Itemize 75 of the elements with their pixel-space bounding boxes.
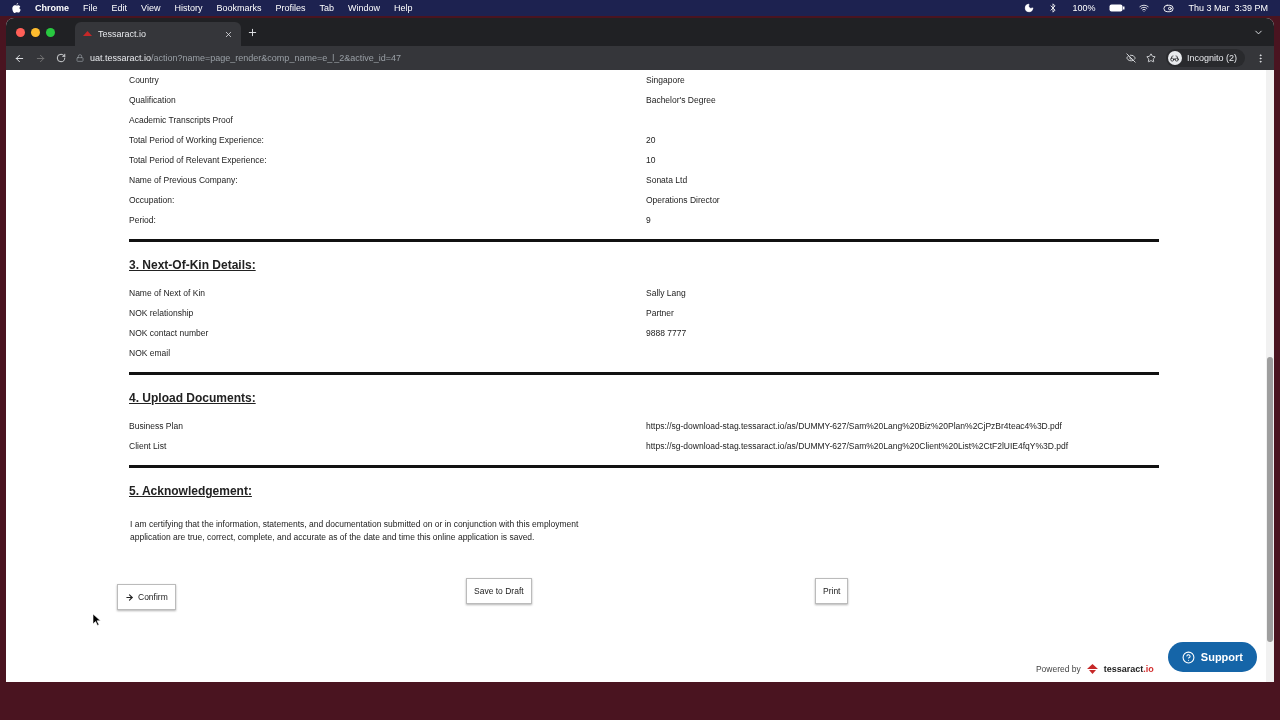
tracking-icon[interactable] [1125,53,1136,63]
zoom-window-icon[interactable] [46,27,55,37]
apple-icon [12,3,21,13]
forward-icon[interactable] [35,52,46,64]
battery-percent: 100% [1072,3,1096,13]
menu-item[interactable]: Edit [111,3,128,13]
field-label: Period: [129,215,157,225]
print-button[interactable]: Print [815,578,849,604]
field-label: Name of Previous Company: [129,175,239,185]
field-label: Client List [129,441,168,451]
field-value: Sally Lang [646,288,687,298]
profile-button[interactable]: Incognito (2) [1165,49,1245,67]
incognito-icon [1167,51,1182,65]
close-icon[interactable] [224,29,233,39]
field-label: Country [129,75,160,85]
wifi-icon[interactable] [1139,3,1150,13]
field-label: Total Period of Relevant Experience: [129,155,268,165]
new-tab-icon[interactable] [247,26,258,38]
field-label: Qualification [129,95,177,105]
field-label: NOK email [129,348,172,358]
app-menu[interactable]: Chrome [35,3,69,13]
menu-item[interactable]: Help [394,3,413,13]
clock: Thu 3 Mar 3:39 PM [1188,3,1268,13]
menu-item[interactable]: Tab [319,3,334,13]
scrollbar[interactable] [1266,70,1274,682]
bluetooth-icon[interactable] [1048,3,1059,13]
field-label: NOK contact number [129,328,210,338]
save-draft-button[interactable]: Save to Draft [466,578,532,604]
browser-tab[interactable]: Tessaract.io [75,22,241,46]
menu-item[interactable]: Bookmarks [216,3,262,13]
confirm-button[interactable]: Confirm [117,584,176,610]
field-value: Operations Director [646,195,721,205]
field-label: NOK relationship [129,308,195,318]
field-value: 9888 7777 [646,328,688,338]
field-value: 9 [646,215,652,225]
brand-name: tessaract.io [1103,664,1154,674]
menu-item[interactable]: History [174,3,203,13]
field-value: 10 [646,155,657,165]
back-icon[interactable] [14,52,25,64]
pointer-icon [93,614,101,626]
battery-icon[interactable] [1109,4,1126,12]
arrow-icon [125,592,134,602]
reload-icon[interactable] [56,53,66,63]
close-window-icon[interactable] [16,27,25,37]
field-label: Occupation: [129,195,176,205]
field-value: https://sg-download-stag.tessaract.io/as/DUMMY-627/Sam%20Lang%20Biz%20Plan%2CjPzBr4teac4%3D.pdf [646,421,1063,431]
field-value: 20 [646,135,657,145]
field-value: Bachelor's Degree [646,95,717,105]
field-value: Sonata Ltd [646,175,689,185]
bookmark-icon[interactable] [1145,53,1156,63]
address-bar[interactable]: uat.tessaract.io/action?name=page_render&comp_name=e_l_2&active_id=47 [76,48,1116,68]
field-label: Name of Next of Kin [129,288,207,298]
menu-item[interactable]: Window [347,3,380,13]
section-heading: 3. Next-Of-Kin Details: [129,258,257,272]
field-label: Total Period of Working Experience: [129,135,265,145]
section-heading: 4. Upload Documents: [129,391,257,405]
field-value: Singapore [646,75,686,85]
lock-icon [76,54,84,62]
field-label: Business Plan [129,421,184,431]
menu-item[interactable]: File [83,3,98,13]
acknowledgement-text: I am certifying that the information, statements, and documentation submitted on or in conjunction with this employment application are true, correct, complete, and accurate as of the date and time this online application is saved. [130,518,580,544]
section-heading: 5. Acknowledgement: [129,484,253,498]
site-logo-icon [83,31,92,37]
field-value: Partner [646,308,675,318]
logo-icon [1086,664,1098,674]
control-center-icon[interactable] [1163,2,1175,14]
moon-icon[interactable] [1024,3,1035,13]
field-label: Academic Transcripts Proof [129,115,234,125]
menu-item[interactable]: Profiles [275,3,306,13]
support-button[interactable]: Support [1167,642,1257,672]
minimize-window-icon[interactable] [31,27,40,37]
help-icon [1181,650,1195,664]
field-value: https://sg-download-stag.tessaract.io/as/DUMMY-627/Sam%20Lang%20Client%20List%2CtF2lUIE4fqY%3D.pdf [646,441,1070,451]
menu-item[interactable]: View [141,3,161,13]
powered-by-text: Powered by [1035,664,1081,674]
